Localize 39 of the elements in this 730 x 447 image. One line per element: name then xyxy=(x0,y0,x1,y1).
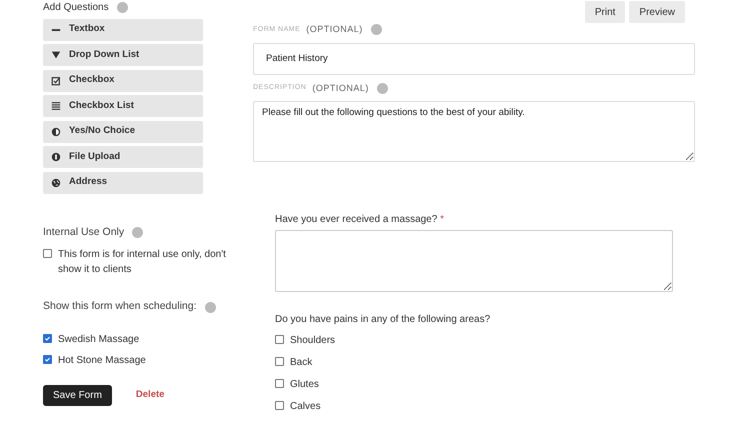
question-type-button[interactable]: Drop Down List xyxy=(43,44,203,66)
question-type-button[interactable]: Address xyxy=(43,172,203,194)
list-icon xyxy=(51,101,61,111)
option-label: This form is for internal use only, don't show it to clients xyxy=(58,248,227,278)
checkbox[interactable] xyxy=(275,379,284,388)
option-label: Shoulders xyxy=(290,334,336,348)
text-field[interactable]: Patient History xyxy=(253,42,695,74)
question-label: Do you have pains in any of the following areas? xyxy=(275,313,492,327)
optional-label: (OPTIONAL) xyxy=(312,82,369,95)
question-type-button[interactable]: Yes/No Choice xyxy=(43,120,203,142)
checkbox[interactable] xyxy=(275,401,284,410)
upload-icon xyxy=(51,152,61,162)
checkbox[interactable] xyxy=(43,249,52,258)
delete-link[interactable]: Delete xyxy=(136,388,164,403)
checkbox-icon xyxy=(51,76,61,86)
section-title: Show this form when scheduling: xyxy=(43,299,196,314)
option-label: Back xyxy=(290,356,312,370)
caret-icon xyxy=(51,50,61,60)
option-label: Calves xyxy=(290,400,321,414)
question-type-button[interactable]: Checkbox xyxy=(43,70,203,92)
question-label: Have you ever received a massage? * xyxy=(275,213,445,227)
question-type-button[interactable]: File Upload xyxy=(43,146,203,168)
checkbox[interactable] xyxy=(275,335,284,344)
question-type-button[interactable]: Textbox xyxy=(43,18,203,40)
section-title: Internal Use Only xyxy=(43,224,124,240)
option-label: Swedish Massage xyxy=(58,333,140,347)
checkbox[interactable] xyxy=(43,355,52,364)
save-button[interactable]: Save Form xyxy=(43,385,112,406)
question-type-button[interactable]: Checkbox List xyxy=(43,95,203,117)
checkbox[interactable] xyxy=(275,357,284,366)
toolbar-button[interactable]: Preview xyxy=(629,1,685,23)
section-title: Add Questions xyxy=(43,1,109,15)
half-circle-icon xyxy=(51,126,61,136)
option-label: Glutes xyxy=(290,378,319,392)
checkbox[interactable] xyxy=(43,334,52,343)
text-area[interactable]: Please fill out the following questions to the best of your ability. xyxy=(253,101,695,162)
option-label: Hot Stone Massage xyxy=(58,354,146,368)
toolbar-button[interactable]: Print xyxy=(584,1,626,23)
optional-label: (OPTIONAL) xyxy=(306,23,363,36)
